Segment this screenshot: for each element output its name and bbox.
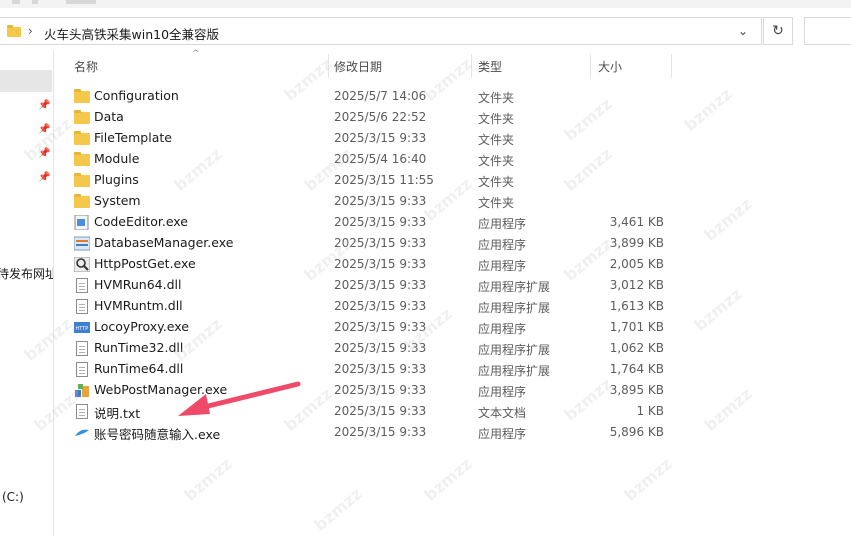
annotation-arrow	[178, 381, 301, 416]
